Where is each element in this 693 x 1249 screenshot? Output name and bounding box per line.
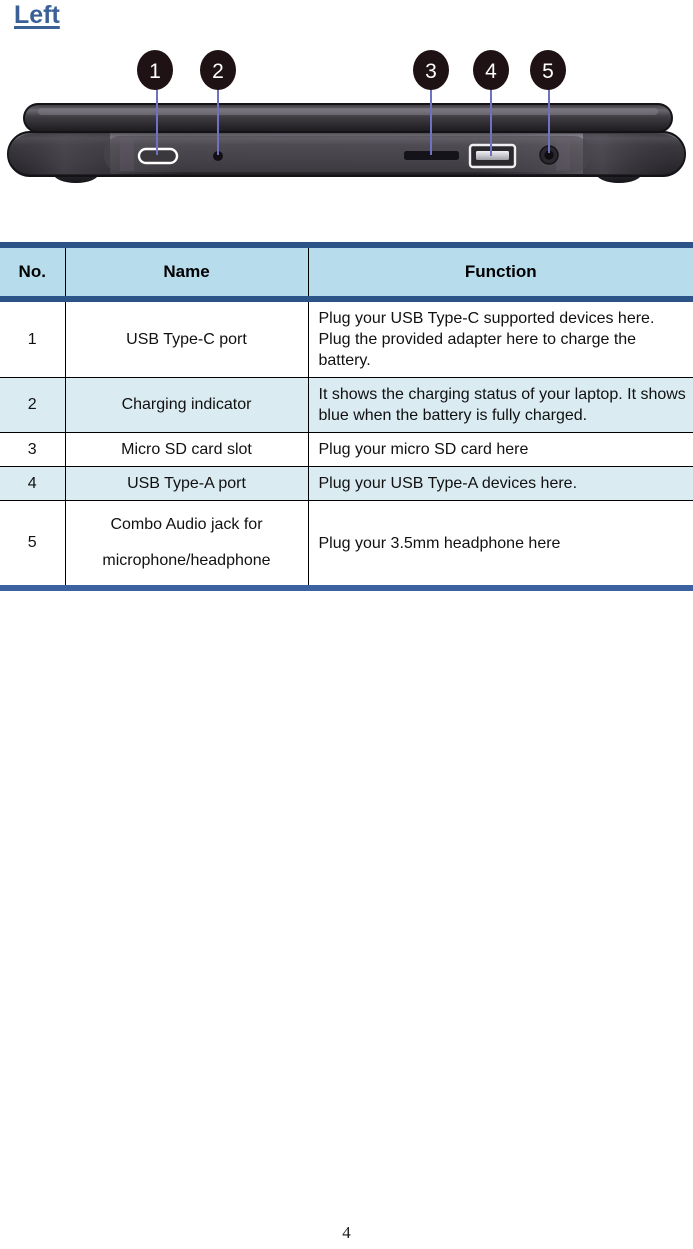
row-2-no: 2: [0, 377, 66, 433]
row-5-name-line-1: Combo Audio jack for: [110, 516, 263, 533]
row-4-function-line-1: Plug your USB Type-A devices here.: [318, 475, 578, 492]
callout-badges: 1 2 3 4 5: [137, 50, 566, 90]
column-header-function: Function: [307, 242, 693, 302]
callout-badge-1-label: 1: [149, 60, 161, 83]
row-5-name: Combo Audio jack for microphone/headphon…: [64, 500, 309, 591]
port-spec-table: No. Name Function 1 USB Type-C port Plug…: [0, 242, 693, 591]
row-4-no: 4: [0, 466, 66, 501]
laptop-illustration-svg: 1 2 3 4 5: [7, 50, 686, 183]
row-1-no: 1: [0, 299, 66, 378]
page-number: 4: [342, 1223, 351, 1242]
laptop-lid: [23, 103, 673, 133]
table-row: 4 USB Type-A port Plug your USB Type-A d…: [0, 466, 693, 501]
table-row: 3 Micro SD card slot Plug your micro SD …: [0, 432, 693, 467]
table-row: 2 Charging indicator It shows the chargi…: [0, 377, 693, 433]
row-1-function-line-2: Plug the provided adapter here to charge…: [318, 331, 637, 369]
port-usb-a: [468, 143, 517, 169]
row-5-no: 5: [0, 500, 66, 591]
row-3-function-line-1: Plug your micro SD card here: [318, 441, 529, 458]
callout-badge-3-label: 3: [425, 60, 437, 83]
callout-badge-5-label: 5: [542, 60, 554, 83]
row-1-function: Plug your USB Type-C supported devices h…: [307, 299, 693, 378]
row-1-name: USB Type-C port: [64, 299, 309, 378]
table-header-row: No. Name Function: [0, 242, 693, 302]
laptop-left-side-figure: 1 2 3 4 5: [0, 40, 693, 200]
row-3-name: Micro SD card slot: [64, 432, 309, 467]
page-title: Left: [14, 1, 60, 29]
row-5-function: Plug your 3.5mm headphone here: [307, 500, 693, 591]
laptop-base: [7, 131, 686, 177]
row-3-no: 3: [0, 432, 66, 467]
table-row: 5 Combo Audio jack for microphone/headph…: [0, 500, 693, 591]
column-header-name: Name: [64, 242, 309, 302]
row-2-name: Charging indicator: [64, 377, 309, 433]
table-row: 1 USB Type-C port Plug your USB Type-C s…: [0, 299, 693, 378]
callout-badge-2-label: 2: [212, 60, 224, 83]
row-5-function-line-1: Plug your 3.5mm headphone here: [318, 534, 561, 552]
row-2-function: It shows the charging status of your lap…: [307, 377, 693, 433]
row-3-function: Plug your micro SD card here: [307, 432, 693, 467]
callout-badge-4-label: 4: [485, 60, 497, 83]
row-1-function-line-1: Plug your USB Type-C supported devices h…: [318, 310, 655, 327]
row-4-function: Plug your USB Type-A devices here.: [307, 466, 693, 501]
column-header-no: No.: [0, 242, 66, 302]
row-2-function-line-1: It shows the charging status of your lap…: [318, 386, 686, 424]
row-5-name-line-2: microphone/headphone: [102, 552, 271, 569]
row-4-name: USB Type-A port: [64, 466, 309, 501]
